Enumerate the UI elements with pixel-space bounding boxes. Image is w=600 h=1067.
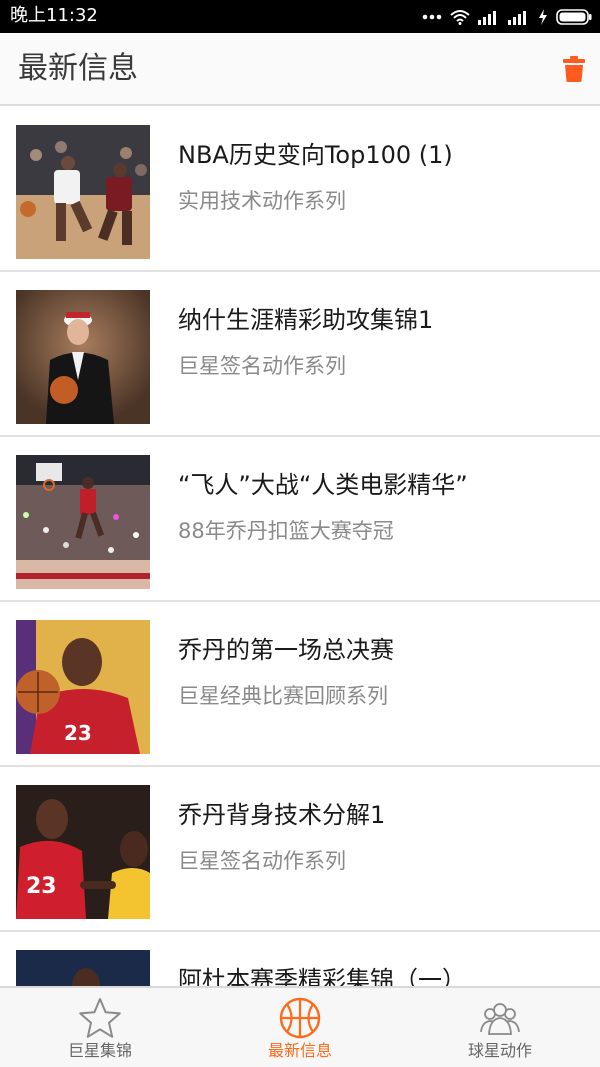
- news-item[interactable]: 纳什生涯精彩助攻集锦1 巨星签名动作系列: [0, 272, 600, 437]
- news-subtitle: 巨星签名动作系列: [178, 849, 346, 873]
- status-bar: 晚上11:32: [0, 0, 600, 33]
- news-title: NBA历史变向Top100 (1): [178, 141, 453, 169]
- nav-label: 巨星集锦: [67, 1041, 132, 1060]
- news-item[interactable]: NBA历史变向Top100 (1) 实用技术动作系列: [0, 107, 600, 272]
- news-title: 纳什生涯精彩助攻集锦1: [178, 306, 434, 334]
- bottom-nav: 巨星集锦 最新信息 球星动作: [0, 986, 600, 1067]
- news-subtitle: 巨星经典比赛回顾系列: [178, 684, 388, 708]
- more-dots-icon: [422, 14, 442, 20]
- news-list[interactable]: NBA历史变向Top100 (1) 实用技术动作系列 纳什生涯精彩助攻集锦1 巨…: [0, 107, 600, 986]
- news-thumbnail: 23: [16, 785, 150, 919]
- news-item[interactable]: 阿杜本赛季精彩集锦（一）: [0, 932, 600, 986]
- star-icon: [79, 998, 121, 1038]
- news-subtitle: 巨星签名动作系列: [178, 354, 346, 378]
- news-title: 乔丹背身技术分解1: [178, 801, 386, 829]
- signal-icon-2: [508, 11, 526, 25]
- basketball-icon: [279, 997, 321, 1039]
- status-time: 晚上11:32: [10, 5, 98, 26]
- status-icons: [422, 6, 592, 28]
- news-title: 阿杜本赛季精彩集锦（一）: [178, 966, 466, 986]
- news-thumbnail: [16, 455, 150, 589]
- tab-latest-info[interactable]: 最新信息: [200, 988, 400, 1067]
- news-thumbnail: [16, 290, 150, 424]
- news-subtitle: 88年乔丹扣篮大赛夺冠: [178, 519, 394, 543]
- news-item[interactable]: 23 乔丹背身技术分解1 巨星签名动作系列: [0, 767, 600, 932]
- news-title: “飞人”大战“人类电影精华”: [178, 471, 468, 499]
- tab-player-moves[interactable]: 球星动作: [400, 988, 600, 1067]
- wifi-icon: [450, 10, 470, 25]
- nav-label: 最新信息: [267, 1041, 332, 1060]
- news-thumbnail: 23: [16, 620, 150, 754]
- news-item[interactable]: “飞人”大战“人类电影精华” 88年乔丹扣篮大赛夺冠: [0, 437, 600, 602]
- battery-icon: [556, 9, 592, 25]
- news-title: 乔丹的第一场总决赛: [178, 636, 394, 664]
- tab-highlights[interactable]: 巨星集锦: [0, 988, 200, 1067]
- app-header: 最新信息: [0, 33, 600, 106]
- news-subtitle: 实用技术动作系列: [178, 189, 346, 213]
- news-thumbnail: [16, 950, 150, 986]
- svg-text:23: 23: [64, 721, 92, 745]
- page-title: 最新信息: [18, 51, 138, 86]
- news-thumbnail: [16, 125, 150, 259]
- delete-button[interactable]: [560, 53, 588, 85]
- svg-text:23: 23: [26, 874, 57, 899]
- charging-bolt-icon: [539, 9, 547, 25]
- players-icon: [480, 1003, 520, 1035]
- trash-icon: [563, 56, 585, 82]
- nav-label: 球星动作: [467, 1041, 532, 1060]
- news-item[interactable]: 23 乔丹的第一场总决赛 巨星经典比赛回顾系列: [0, 602, 600, 767]
- signal-icon: [478, 11, 496, 25]
